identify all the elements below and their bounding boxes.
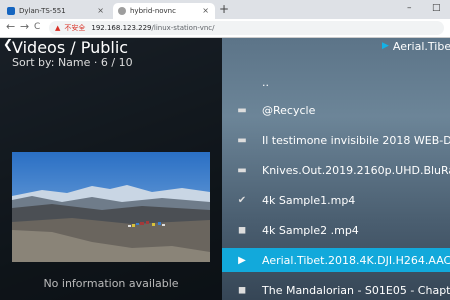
list-item-4k-sample2[interactable]: ◼ 4k Sample2 .mp4: [222, 218, 450, 242]
list-item-label: Il testimone invisibile 2018 WEB-DL 1: [262, 133, 450, 147]
list-item-knives-out[interactable]: ▬ Knives.Out.2019.2160p.UHD.BluRay.x: [222, 158, 450, 182]
security-status: 不安全: [64, 24, 86, 32]
warning-icon: ▲: [55, 24, 61, 32]
back-arrow-icon[interactable]: ←: [6, 20, 15, 33]
list-item-parent[interactable]: ..: [222, 70, 450, 94]
check-icon: ✔: [237, 194, 247, 206]
folder-icon: ▬: [237, 134, 247, 146]
browser-tabstrip: Dylan-TS-551 × hybrid-novnc × + – □: [0, 0, 450, 19]
sort-status: Sort by: Name · 6 / 10: [12, 56, 133, 69]
list-item-recycle[interactable]: ▬ @Recycle: [222, 98, 450, 122]
list-item-label: 4k Sample1.mp4: [262, 193, 356, 207]
folder-icon: ▬: [237, 164, 247, 176]
close-tab-icon[interactable]: ×: [202, 6, 209, 15]
info-panel: ❮ Videos / Public Sort by: Name · 6 / 10: [0, 38, 222, 300]
reload-icon[interactable]: C: [34, 22, 40, 32]
film-icon: ◼: [237, 284, 247, 296]
nas-favicon-icon: [7, 7, 15, 15]
list-item-4k-sample1[interactable]: ✔ 4k Sample1.mp4: [222, 188, 450, 212]
list-item-mandalorian[interactable]: ◼ The Mandalorian - S01E05 - Chapter: [222, 278, 450, 300]
list-item-testimone[interactable]: ▬ Il testimone invisibile 2018 WEB-DL 1: [222, 128, 450, 152]
new-tab-button[interactable]: +: [219, 2, 229, 16]
tab-label: hybrid-novnc: [130, 7, 176, 15]
list-item-label: @Recycle: [262, 103, 316, 117]
play-icon: ▶: [382, 41, 389, 51]
minimize-icon[interactable]: –: [407, 3, 412, 13]
forward-arrow-icon[interactable]: →: [20, 20, 29, 33]
video-thumbnail: [12, 152, 210, 262]
globe-favicon-icon: [118, 7, 126, 15]
now-playing-header: ▶ Aerial.Tibet.20: [382, 38, 450, 54]
list-item-aerial-tibet[interactable]: ▶ Aerial.Tibet.2018.4K.DJI.H264.AAC-DH: [222, 248, 450, 272]
folder-icon: ▬: [237, 104, 247, 116]
now-playing-title: Aerial.Tibet.20: [392, 39, 450, 53]
tab-label: Dylan-TS-551: [19, 7, 66, 15]
browser-toolbar: ← → C ▲ 不安全 192.168.123.229 /linux-stati…: [0, 19, 450, 38]
file-list-panel: ▶ Aerial.Tibet.20 .. ▬ @Recycle ▬ Il tes…: [222, 38, 450, 300]
address-bar[interactable]: ▲ 不安全 192.168.123.229 /linux-station-vnc…: [49, 21, 444, 35]
film-icon: ◼: [237, 224, 247, 236]
maximize-icon[interactable]: □: [432, 3, 441, 13]
list-item-label: Knives.Out.2019.2160p.UHD.BluRay.x: [262, 163, 450, 177]
page-title: Videos / Public: [12, 38, 129, 57]
list-item-label: The Mandalorian - S01E05 - Chapter: [262, 283, 450, 297]
close-tab-icon[interactable]: ×: [97, 6, 104, 15]
kodi-window: ❮ Videos / Public Sort by: Name · 6 / 10: [0, 38, 450, 300]
tab-dylan[interactable]: Dylan-TS-551 ×: [2, 3, 110, 19]
url-path: /linux-station-vnc/: [151, 24, 215, 32]
list-item-label: Aerial.Tibet.2018.4K.DJI.H264.AAC-DH: [262, 253, 450, 267]
tab-hybrid-novnc[interactable]: hybrid-novnc ×: [113, 3, 215, 19]
url-host: 192.168.123.229: [91, 24, 152, 32]
play-icon: ▶: [238, 254, 246, 266]
no-info-text: No information available: [43, 277, 179, 290]
list-item-label: ..: [262, 75, 269, 89]
list-item-label: 4k Sample2 .mp4: [262, 223, 359, 237]
